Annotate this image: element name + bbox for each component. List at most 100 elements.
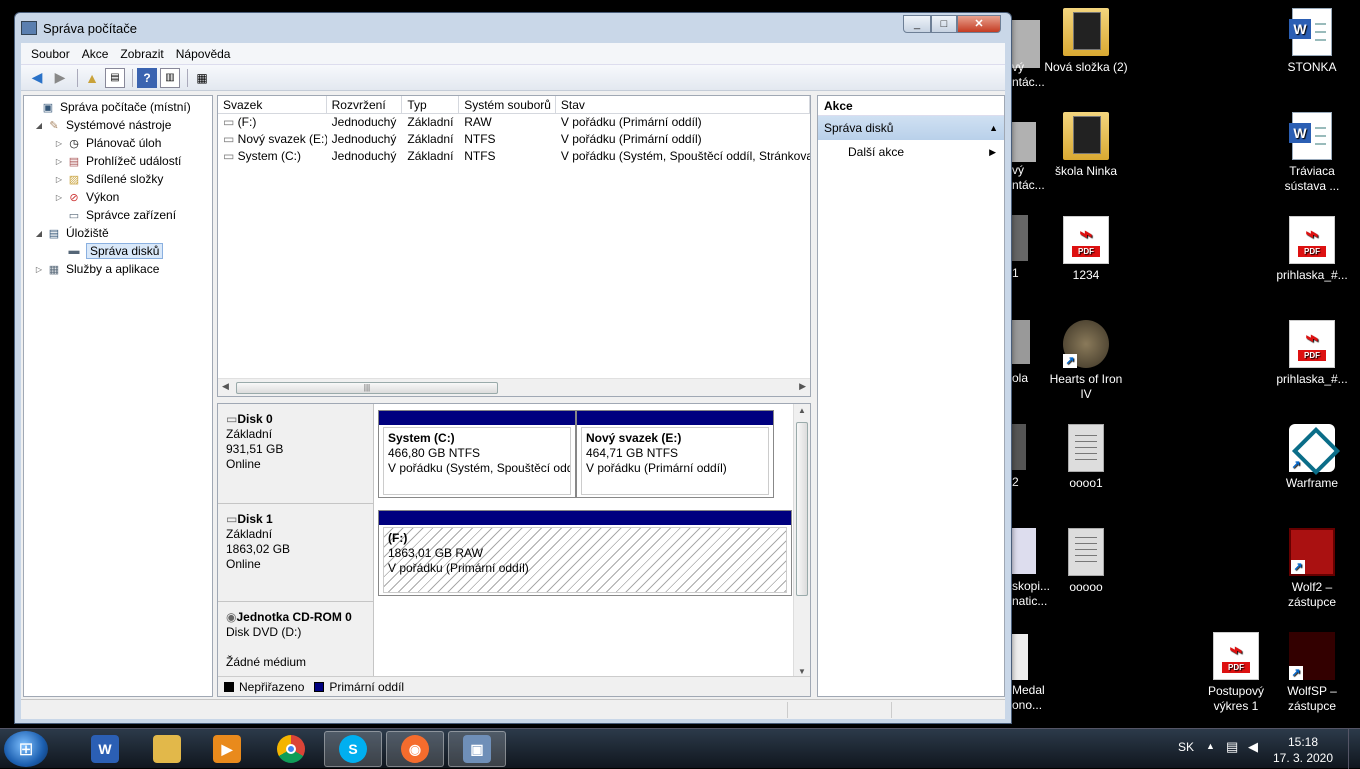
properties-icon[interactable]: ▦ — [192, 68, 212, 88]
disk-1-info[interactable]: ▭Disk 1 Základní 1863,02 GB Online — [218, 504, 374, 602]
disk-0-info[interactable]: ▭Disk 0 Základní 931,51 GB Online — [218, 404, 374, 504]
partial-icon[interactable] — [1010, 634, 1028, 680]
title-bar[interactable]: Správa počítače _ □ ✕ — [15, 13, 1011, 43]
tree-item-shared-folders[interactable]: ▷ ▨ Sdílené složky — [24, 170, 212, 188]
partition-e[interactable]: Nový svazek (E:) 464,71 GB NTFS V pořádk… — [576, 410, 774, 498]
tree-expander[interactable]: ◢ — [32, 229, 46, 238]
desktop-icon-nova-slozka[interactable]: Nová složka (2) — [1044, 8, 1128, 75]
table-row[interactable]: ▭ (F:) Jednoduchý Základní RAW V pořádku… — [218, 114, 810, 131]
scroll-thumb[interactable] — [796, 422, 808, 596]
scroll-right-icon[interactable]: ▶ — [799, 381, 806, 392]
network-icon[interactable]: ▤ — [1226, 739, 1238, 755]
tree-item-disk-management[interactable]: ▬ Správa disků — [24, 242, 212, 260]
taskbar-origin[interactable]: ◉ — [386, 731, 444, 767]
tree-item-storage[interactable]: ◢ ▤ Úložiště — [24, 224, 212, 242]
taskbar-word[interactable]: W — [76, 731, 134, 767]
column-header-volume[interactable]: Svazek — [218, 96, 327, 113]
taskbar-chrome[interactable] — [262, 731, 320, 767]
menu-zobrazit[interactable]: Zobrazit — [114, 47, 169, 61]
menu-napoveda[interactable]: Nápověda — [170, 47, 237, 61]
taskbar-media-player[interactable]: ▶ — [198, 731, 256, 767]
desktop-icon-prihlaska-1[interactable]: ⌁ PDF prihlaska_#... — [1270, 216, 1354, 283]
tree-item-computer-management[interactable]: ▣ Správa počítače (místní) — [24, 98, 212, 116]
show-hidden-icons-icon[interactable]: ▲ — [1206, 741, 1215, 751]
tree-expander[interactable]: ▷ — [52, 139, 66, 148]
actions-section-disk-management[interactable]: Správa disků ▲ — [818, 116, 1004, 140]
tree-item-device-manager[interactable]: ▭ Správce zařízení — [24, 206, 212, 224]
desktop-icon-skola-ninka[interactable]: škola Ninka — [1044, 112, 1128, 179]
minimize-button[interactable]: _ — [903, 15, 931, 33]
desktop-icon-oooo1[interactable]: oooo1 — [1044, 424, 1128, 491]
tree-expander[interactable]: ◢ — [32, 121, 46, 130]
vertical-scrollbar[interactable]: ▲ ▼ — [793, 404, 810, 678]
partition-f[interactable]: (F:) 1863,01 GB RAW V pořádku (Primární … — [378, 510, 792, 596]
back-icon[interactable]: ◀ — [27, 68, 47, 88]
horizontal-scrollbar[interactable]: ◀ ||| ▶ — [218, 378, 810, 396]
desktop-icon-1234[interactable]: ⌁ PDF 1234 — [1044, 216, 1128, 283]
scroll-down-icon[interactable]: ▼ — [798, 667, 806, 676]
column-header-type[interactable]: Typ — [402, 96, 460, 113]
maximize-button[interactable]: □ — [931, 15, 957, 33]
partition-status: V pořádku (Primární oddíl) — [586, 461, 727, 475]
legend-label: Primární oddíl — [329, 679, 405, 694]
tree-expander[interactable]: ▷ — [52, 193, 66, 202]
table-row[interactable]: ▭ System (C:) Jednoduchý Základní NTFS V… — [218, 148, 810, 165]
show-hide-actions-icon[interactable]: ▥ — [160, 67, 180, 88]
collapse-icon[interactable]: ▲ — [989, 116, 998, 140]
taskbar-computer-management[interactable]: ▣ — [448, 731, 506, 767]
desktop-icon-wolfsp[interactable]: ↗ WolfSP – zástupce — [1270, 632, 1354, 714]
cdrom-0-info[interactable]: ◉Jednotka CD-ROM 0 Disk DVD (D:) Žádné m… — [218, 602, 374, 682]
more-actions-item[interactable]: Další akce ▶ — [818, 140, 1004, 164]
disk-icon: ▭ — [226, 412, 238, 426]
tree-item-task-scheduler[interactable]: ▷ ◷ Plánovač úloh — [24, 134, 212, 152]
partial-icon[interactable] — [1010, 320, 1030, 364]
tree-expander[interactable]: ▷ — [32, 265, 46, 274]
desktop-icon-wolf2[interactable]: ↗ Wolf2 – zástupce — [1270, 528, 1354, 610]
taskbar-explorer[interactable] — [138, 731, 196, 767]
tree-item-system-tools[interactable]: ◢ ✎ Systémové nástroje — [24, 116, 212, 134]
disk-management-pane: Svazek Rozvržení Typ Systém souborů Stav… — [217, 95, 811, 697]
forward-icon[interactable]: ▶ — [50, 68, 70, 88]
help-icon[interactable]: ? — [137, 67, 157, 88]
close-button[interactable]: ✕ — [957, 15, 1001, 33]
table-row[interactable]: ▭ Nový svazek (E:) Jednoduchý Základní N… — [218, 131, 810, 148]
desktop-icon-warframe[interactable]: ↗ Warframe — [1270, 424, 1354, 491]
desktop-icon-traviaca-sustava[interactable]: W Tráviaca sústava ... — [1270, 112, 1354, 194]
volume-icon[interactable]: ◀ — [1248, 739, 1258, 755]
explorer-icon — [153, 735, 181, 763]
menu-akce[interactable]: Akce — [76, 47, 115, 61]
desktop-icon-ooooo[interactable]: ooooo — [1044, 528, 1128, 595]
clock[interactable]: 15:18 17. 3. 2020 — [1268, 734, 1338, 766]
partition-c[interactable]: System (C:) 466,80 GB NTFS V pořádku (Sy… — [378, 410, 576, 498]
word-icon: W — [91, 735, 119, 763]
tree-item-event-viewer[interactable]: ▷ ▤ Prohlížeč událostí — [24, 152, 212, 170]
tree-item-services-apps[interactable]: ▷ ▦ Služby a aplikace — [24, 260, 212, 278]
start-button[interactable]: ⊞ — [4, 731, 48, 767]
tree-expander[interactable]: ▷ — [52, 175, 66, 184]
scroll-up-icon[interactable]: ▲ — [798, 406, 806, 415]
scroll-left-icon[interactable]: ◀ — [222, 381, 229, 392]
desktop-icon-prihlaska-2[interactable]: ⌁ PDF prihlaska_#... — [1270, 320, 1354, 387]
partial-icon[interactable] — [1010, 215, 1028, 261]
tree-expander[interactable]: ▷ — [52, 157, 66, 166]
column-header-layout[interactable]: Rozvržení — [327, 96, 403, 113]
desktop-icon-postupovy-vykres[interactable]: ⌁ PDF Postupový výkres 1 — [1194, 632, 1278, 714]
show-desktop-button[interactable] — [1348, 729, 1360, 769]
desktop-icon-label: prihlaska_#... — [1276, 268, 1348, 282]
show-hide-tree-icon[interactable]: ▤ — [105, 67, 125, 88]
desktop-icon-hearts-of-iron[interactable]: ↗ Hearts of Iron IV — [1044, 320, 1128, 402]
partition-name: Nový svazek (E:) — [586, 431, 682, 445]
tree-item-performance[interactable]: ▷ ⊘ Výkon — [24, 188, 212, 206]
taskbar-skype[interactable]: S — [324, 731, 382, 767]
desktop-icon-stonka[interactable]: W STONKA — [1270, 8, 1354, 75]
partial-icon[interactable] — [1010, 122, 1036, 162]
computer-management-window[interactable]: Správa počítače _ □ ✕ Soubor Akce Zobraz… — [14, 12, 1012, 724]
partial-icon[interactable] — [1010, 424, 1026, 470]
column-header-status[interactable]: Stav — [556, 96, 810, 113]
partial-icon[interactable] — [1010, 528, 1036, 574]
column-header-filesystem[interactable]: Systém souborů — [459, 96, 556, 113]
menu-soubor[interactable]: Soubor — [25, 47, 76, 61]
up-folder-icon[interactable]: ▲ — [82, 68, 102, 88]
language-indicator[interactable]: SK — [1178, 740, 1194, 754]
scroll-thumb[interactable]: ||| — [236, 382, 498, 394]
